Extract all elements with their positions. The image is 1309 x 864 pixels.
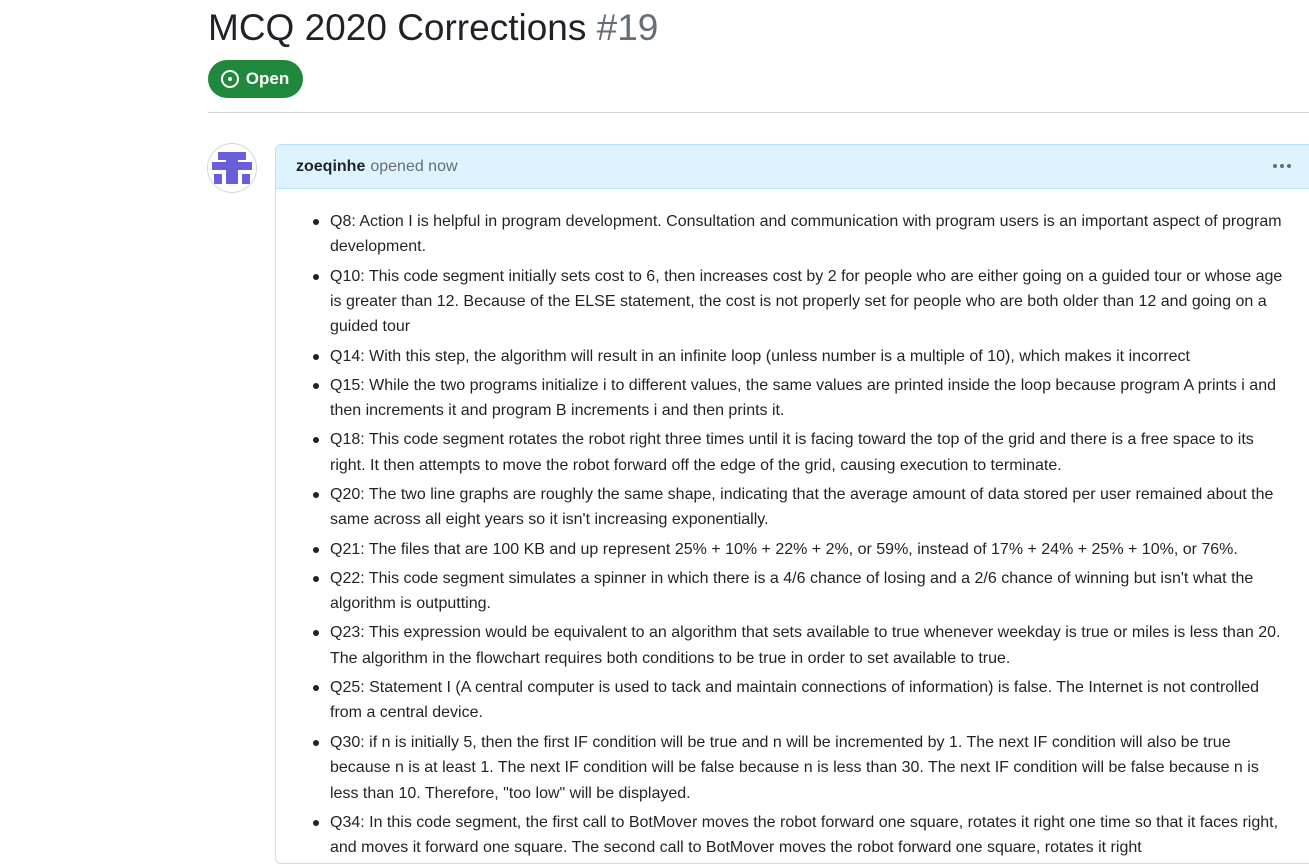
list-item: Q14: With this step, the algorithm will … xyxy=(313,344,1296,369)
list-item: Q22: This code segment simulates a spinn… xyxy=(313,566,1296,617)
issue-opened-icon xyxy=(220,70,239,88)
corrections-list: Q8: Action I is helpful in program devel… xyxy=(276,209,1296,861)
comment-header: zoeqinhe opened now xyxy=(276,145,1309,189)
list-item: Q20: The two line graphs are roughly the… xyxy=(313,482,1296,533)
comment-action: opened now xyxy=(370,157,458,175)
issue-number: #19 xyxy=(596,7,659,48)
issue-title-text: MCQ 2020 Corrections xyxy=(208,7,587,48)
list-item: Q18: This code segment rotates the robot… xyxy=(313,427,1296,478)
list-item: Q23: This expression would be equivalent… xyxy=(313,620,1296,671)
list-item: Q30: if n is initially 5, then the first… xyxy=(313,730,1296,806)
comment-body: Q8: Action I is helpful in program devel… xyxy=(276,209,1296,864)
header-divider xyxy=(208,112,1309,113)
list-item: Q15: While the two programs initialize i… xyxy=(313,373,1296,424)
avatar[interactable] xyxy=(207,143,257,193)
issue-state-label: Open xyxy=(245,69,290,88)
identicon-icon xyxy=(212,152,252,184)
comment-author[interactable]: zoeqinhe xyxy=(296,158,365,176)
list-item: Q8: Action I is helpful in program devel… xyxy=(313,209,1296,260)
list-item: Q10: This code segment initially sets co… xyxy=(313,264,1296,340)
kebab-horizontal-icon[interactable] xyxy=(1269,155,1295,177)
list-item: Q21: The files that are 100 KB and up re… xyxy=(313,537,1296,562)
issue-state-badge: Open xyxy=(208,60,303,98)
list-item: Q25: Statement I (A central computer is … xyxy=(313,675,1296,726)
list-item: Q34: In this code segment, the first cal… xyxy=(313,810,1296,861)
issue-comment: zoeqinhe opened now Q8: Action I is help… xyxy=(275,144,1309,864)
issue-title: MCQ 2020 Corrections #19 xyxy=(208,4,658,52)
